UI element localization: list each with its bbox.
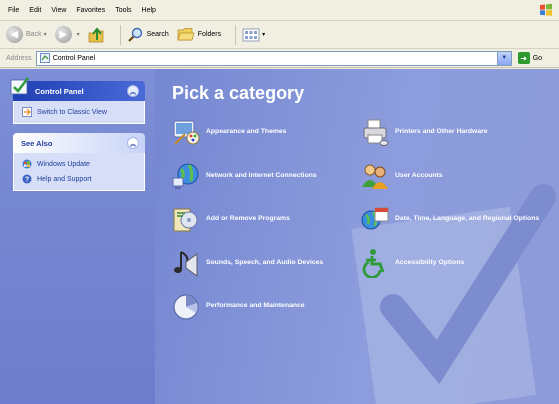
category-label: Accessibility Options (395, 259, 465, 266)
collapse-icon[interactable]: ︽ (127, 137, 139, 149)
category-label: Sounds, Speech, and Audio Devices (206, 259, 324, 266)
windows-update-link[interactable]: Windows Update (22, 159, 136, 169)
menu-edit[interactable]: Edit (29, 7, 41, 14)
category-label: Appearance and Themes (206, 128, 287, 135)
windows-update-label: Windows Update (37, 160, 90, 168)
help-and-support-link[interactable]: ? Help and Support (22, 174, 136, 184)
category-sounds-speech-and-audio-devices[interactable]: Sounds, Speech, and Audio Devices (171, 248, 323, 278)
menu-tools[interactable]: Tools (115, 7, 131, 14)
category-accessibility-options[interactable]: Accessibility Options (360, 248, 464, 278)
page-title: Pick a category (172, 83, 305, 103)
category-label: Add or Remove Programs (206, 215, 290, 222)
network-icon (172, 163, 199, 189)
category-label: Printers and Other Hardware (395, 128, 488, 135)
category-label: Date, Time, Language, and Regional Optio… (395, 215, 540, 222)
toolbar-separator (235, 24, 237, 45)
address-input[interactable]: Control Panel ▼ (35, 50, 512, 66)
category-network-and-internet-connections[interactable]: Network and Internet Connections (171, 161, 317, 191)
menu-help[interactable]: Help (142, 7, 156, 14)
back-arrow-icon: ◀ (6, 26, 23, 43)
category-label: Performance and Maintenance (206, 302, 305, 309)
sounds-icon (174, 251, 198, 277)
back-button[interactable]: ◀ Back ▾ (6, 26, 47, 43)
svg-text:?: ? (25, 177, 29, 184)
folders-button[interactable]: Folders (177, 27, 221, 42)
control-panel-icon (10, 77, 29, 95)
toolbar: ◀ Back ▾ ▶ ▾ Search Folders ▾ (0, 21, 559, 49)
forward-button[interactable]: ▶ ▾ (54, 26, 80, 43)
date-time-icon (361, 207, 389, 230)
category-label: User Accounts (395, 172, 443, 179)
printer-icon (363, 119, 389, 146)
switch-to-classic-view-link[interactable]: Switch to Classic View (22, 107, 136, 117)
menu-file[interactable]: File (8, 7, 19, 14)
category-view: Pick a category Appearance and Themes Pr… (155, 69, 559, 404)
see-also-title: See Also (21, 138, 53, 148)
go-arrow-icon: ➜ (517, 52, 530, 64)
appearance-icon (173, 120, 200, 145)
go-button[interactable]: ➜ Go (517, 52, 543, 64)
category-add-or-remove-programs[interactable]: Add or Remove Programs (171, 204, 290, 234)
help-and-support-label: Help and Support (37, 175, 92, 183)
search-button[interactable]: Search (127, 27, 169, 43)
windows-update-icon (22, 159, 32, 169)
category-user-accounts[interactable]: User Accounts (360, 161, 443, 191)
category-performance-and-maintenance[interactable]: Performance and Maintenance (171, 291, 305, 321)
views-icon (242, 28, 260, 41)
search-icon (127, 27, 142, 42)
windows-logo-icon (540, 3, 552, 16)
task-pane: Control Panel ︽ Switch to Classic View S… (0, 69, 155, 404)
menu-favorites[interactable]: Favorites (76, 7, 105, 14)
address-value: Control Panel (52, 54, 96, 62)
address-label: Address (6, 54, 32, 62)
menu-view[interactable]: View (51, 7, 66, 14)
menu-bar: File Edit View Favorites Tools Help (0, 0, 559, 21)
search-label: Search (146, 31, 169, 38)
accessibility-icon (362, 249, 385, 278)
see-also-header[interactable]: See Also ︽ (13, 133, 145, 153)
user-accounts-icon (362, 164, 388, 189)
toolbar-separator (119, 24, 121, 45)
views-button[interactable]: ▾ (242, 28, 265, 42)
category-label: Network and Internet Connections (206, 172, 317, 179)
chevron-down-icon[interactable]: ▾ (44, 31, 47, 38)
collapse-icon[interactable]: ︽ (127, 85, 139, 97)
chevron-down-icon[interactable]: ▼ (496, 51, 511, 65)
control-panel-title: Control Panel (35, 86, 84, 96)
see-also-body: Windows Update ? Help and Support (13, 153, 145, 191)
control-panel-body: Switch to Classic View (13, 101, 145, 124)
forward-arrow-icon: ▶ (54, 26, 72, 43)
classic-view-icon (22, 107, 32, 117)
add-remove-programs-icon (173, 208, 198, 232)
address-bar: Address Control Panel ▼ ➜ Go (0, 49, 559, 68)
category-appearance-and-themes[interactable]: Appearance and Themes (171, 117, 286, 147)
help-icon: ? (22, 174, 32, 184)
control-panel-small-icon (39, 53, 50, 63)
category-printers-and-other-hardware[interactable]: Printers and Other Hardware (360, 117, 488, 147)
folders-icon (177, 28, 195, 41)
folders-label: Folders (197, 31, 222, 38)
chevron-down-icon[interactable]: ▾ (262, 31, 265, 38)
chevron-down-icon[interactable]: ▾ (77, 31, 80, 38)
go-label: Go (532, 54, 543, 62)
performance-icon (173, 294, 199, 320)
up-folder-icon (88, 26, 103, 42)
control-panel-header[interactable]: Control Panel ︽ (10, 77, 145, 101)
up-folder-button[interactable] (88, 26, 106, 43)
back-label: Back (26, 31, 42, 38)
category-date-time-language-and-regional-options[interactable]: Date, Time, Language, and Regional Optio… (360, 204, 545, 234)
switch-to-classic-view-label: Switch to Classic View (37, 108, 107, 116)
